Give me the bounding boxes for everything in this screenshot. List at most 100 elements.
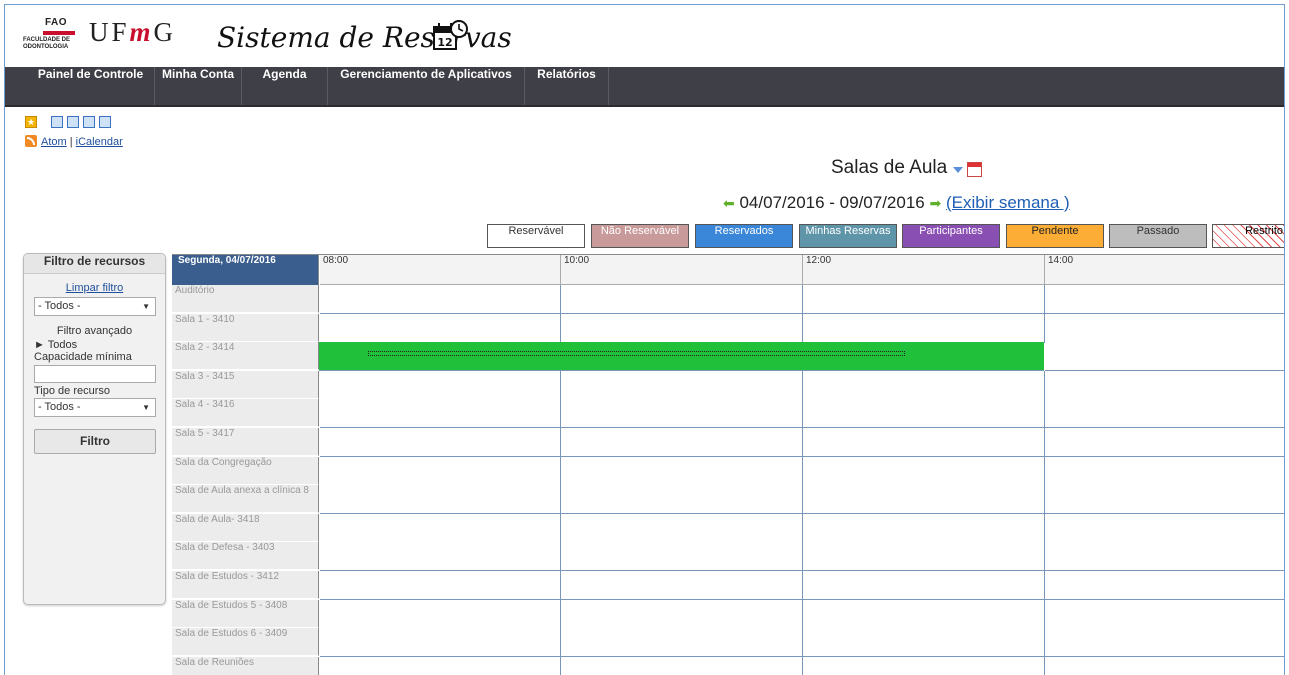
time-slot-cell[interactable] xyxy=(1045,485,1284,515)
filter-title: Filtro de recursos xyxy=(24,254,165,274)
clear-filter-link[interactable]: Limpar filtro xyxy=(23,282,166,294)
time-slot-cell[interactable] xyxy=(320,599,561,629)
time-slot-cell[interactable] xyxy=(320,542,561,572)
time-slot-cell[interactable] xyxy=(803,399,1045,429)
view-day-icon[interactable] xyxy=(51,116,63,128)
time-slot-cell[interactable] xyxy=(320,485,561,515)
time-slot-cell[interactable] xyxy=(1045,542,1284,572)
legend-reservados: Reservados xyxy=(695,224,793,248)
time-slot-cell[interactable] xyxy=(320,370,561,400)
time-slot-cell[interactable] xyxy=(1045,628,1284,658)
arrow-right-icon[interactable]: ➡ xyxy=(929,195,941,212)
view-list-icon[interactable] xyxy=(83,116,95,128)
time-slot-cell[interactable] xyxy=(320,428,561,457)
time-slot-cell[interactable] xyxy=(320,656,561,675)
time-slot-cell[interactable] xyxy=(561,628,803,658)
time-slot-cell[interactable] xyxy=(561,513,803,543)
nav-item-gerenciamento-de-aplicativos[interactable]: Gerenciamento de Aplicativos xyxy=(328,67,525,105)
time-slot-cell[interactable] xyxy=(320,456,561,486)
legend-minhas-reservas: Minhas Reservas xyxy=(799,224,897,248)
filter-button[interactable]: Filtro xyxy=(34,429,156,454)
room-label[interactable]: Auditório xyxy=(172,285,319,313)
time-slot-cell[interactable] xyxy=(1045,428,1284,457)
time-slot-cell[interactable] xyxy=(1045,399,1284,429)
ufmg-logo[interactable]: UFmG xyxy=(89,17,176,48)
time-slot-cell[interactable] xyxy=(1045,342,1284,372)
arrow-left-icon[interactable]: ⬅ xyxy=(723,195,735,212)
time-slot-cell[interactable] xyxy=(320,399,561,429)
time-slot-cell[interactable] xyxy=(561,599,803,629)
fao-subtitle-line-1: FACULDADE DE xyxy=(23,37,71,43)
view-month-icon[interactable] xyxy=(99,116,111,128)
room-label[interactable]: Sala 4 - 3416 xyxy=(172,399,319,428)
nav-item-agenda[interactable]: Agenda xyxy=(242,67,328,105)
time-slot-cell[interactable] xyxy=(561,399,803,429)
time-slot-cell[interactable] xyxy=(1045,599,1284,629)
time-slot-cell[interactable] xyxy=(561,485,803,515)
room-label[interactable]: Sala de Aula- 3418 xyxy=(172,513,319,542)
icalendar-link[interactable]: iCalendar xyxy=(76,136,123,148)
time-slot-cell[interactable] xyxy=(561,313,803,343)
star-icon[interactable]: ★ xyxy=(25,116,37,128)
time-slot-cell[interactable] xyxy=(803,285,1045,314)
time-slot-cell[interactable] xyxy=(320,628,561,658)
room-label[interactable]: Sala de Estudos 6 - 3409 xyxy=(172,628,319,657)
time-slot-cell[interactable] xyxy=(803,513,1045,543)
time-slot-cell[interactable] xyxy=(320,571,561,600)
time-slot-cell[interactable] xyxy=(561,428,803,457)
time-slot-cell[interactable] xyxy=(1045,656,1284,675)
room-label[interactable]: Sala 1 - 3410 xyxy=(172,313,319,342)
calendar-icon[interactable] xyxy=(967,162,982,177)
time-slot-cell[interactable] xyxy=(561,285,803,314)
room-label[interactable]: Sala de Aula anexa a clínica 8 xyxy=(172,485,319,514)
time-slot-cell[interactable] xyxy=(561,370,803,400)
time-slot-cell[interactable] xyxy=(320,313,561,343)
room-label[interactable]: Sala de Estudos - 3412 xyxy=(172,571,319,599)
time-slot-cell[interactable] xyxy=(1045,285,1284,314)
nav-item-painel-de-controle[interactable]: Painel de Controle xyxy=(27,67,155,105)
resource-type-select[interactable]: - Todos - ▼ xyxy=(34,398,156,417)
chevron-down-icon[interactable] xyxy=(953,167,963,173)
time-slot-cell[interactable] xyxy=(803,485,1045,515)
room-label[interactable]: Sala 2 - 3414 xyxy=(172,342,319,371)
room-label[interactable]: Sala de Defesa - 3403 xyxy=(172,542,319,571)
time-slot-cell[interactable] xyxy=(561,456,803,486)
time-slot-cell[interactable] xyxy=(561,571,803,600)
resource-select[interactable]: - Todos - ▼ xyxy=(34,297,156,316)
reservation-block[interactable] xyxy=(319,342,1044,372)
time-slot-cell[interactable] xyxy=(803,599,1045,629)
time-slot-cell[interactable] xyxy=(803,428,1045,457)
room-label[interactable]: Sala 5 - 3417 xyxy=(172,428,319,456)
nav-item-minha-conta[interactable]: Minha Conta xyxy=(155,67,242,105)
time-slot-cell[interactable] xyxy=(803,313,1045,343)
time-slot-cell[interactable] xyxy=(1045,370,1284,400)
room-label[interactable]: Sala da Congregação xyxy=(172,456,319,485)
time-slot-cell[interactable] xyxy=(1045,313,1284,343)
time-slot-cell[interactable] xyxy=(1045,571,1284,600)
room-label[interactable]: Sala de Estudos 5 - 3408 xyxy=(172,599,319,628)
min-capacity-input[interactable] xyxy=(34,365,156,383)
fao-logo-subtitle: FACULDADE DE ODONTOLOGIA xyxy=(23,37,70,51)
fao-logo[interactable]: FAO FACULDADE DE ODONTOLOGIA xyxy=(23,17,83,57)
time-slot-cell[interactable] xyxy=(803,571,1045,600)
time-slot-cell[interactable] xyxy=(320,285,561,314)
advanced-filter-label: Filtro avançado xyxy=(56,325,133,337)
show-week-link[interactable]: (Exibir semana ) xyxy=(946,193,1070,212)
view-week-icon[interactable] xyxy=(67,116,79,128)
room-label[interactable]: Sala 3 - 3415 xyxy=(172,370,319,399)
time-slot-cell[interactable] xyxy=(1045,513,1284,543)
time-slot-cell[interactable] xyxy=(803,456,1045,486)
tree-item-all[interactable]: ► Todos xyxy=(34,339,77,351)
time-slot-cell[interactable] xyxy=(1045,456,1284,486)
time-slot-cell[interactable] xyxy=(561,542,803,572)
nav-item-relatorios[interactable]: Relatórios xyxy=(525,67,609,105)
time-slot-cell[interactable] xyxy=(320,513,561,543)
atom-link[interactable]: Atom xyxy=(41,136,67,148)
time-slot-cell[interactable] xyxy=(803,370,1045,400)
time-slot-cell[interactable] xyxy=(803,628,1045,658)
legend-reservavel: Reservável xyxy=(487,224,585,248)
time-slot-cell[interactable] xyxy=(803,542,1045,572)
time-slot-cell[interactable] xyxy=(803,656,1045,675)
time-slot-cell[interactable] xyxy=(561,656,803,675)
room-label[interactable]: Sala de Reuniões xyxy=(172,656,319,675)
